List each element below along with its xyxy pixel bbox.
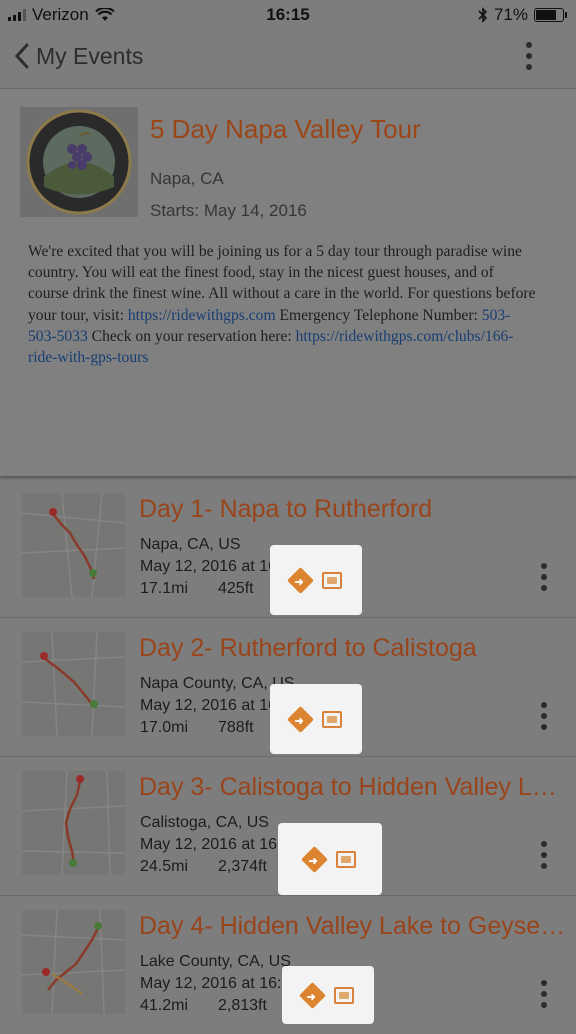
route-map-thumbnail [22,910,125,1014]
ridewithgps-link[interactable]: https://ridewithgps.com [128,307,276,324]
route-row[interactable]: Day 3- Calistoga to Hidden Valley Lake C… [0,756,576,895]
battery-icon [534,8,567,22]
directions-icon[interactable]: ➜ [286,566,314,594]
route-location: Napa, CA, US [140,536,241,553]
route-map-thumbnail [22,771,125,875]
more-vertical-icon[interactable] [540,702,548,736]
chevron-left-icon [14,43,29,69]
route-elevation: 788ft [218,719,254,736]
route-title: Day 3- Calistoga to Hidden Valley Lake [139,773,567,801]
route-elevation: 2,813ft [218,997,267,1014]
desc-text: Emergency Telephone Number: [275,306,482,324]
more-vertical-icon[interactable] [540,841,548,875]
route-distance: 17.0mi [140,719,189,736]
route-map-thumbnail [22,632,125,736]
directions-icon[interactable]: ➜ [300,845,328,873]
status-right: 71% [478,5,567,25]
route-date: May 12, 2016 at 16:32 [140,836,300,853]
more-vertical-icon[interactable] [540,980,548,1014]
more-vertical-icon[interactable] [522,42,536,78]
route-actions: ➜ [282,966,374,1024]
event-header-card: 5 Day Napa Valley Tour Napa, CA Starts: … [0,89,576,476]
route-distance: 17.1mi [140,580,189,597]
route-row[interactable]: Day 2- Rutherford to Calistoga Napa Coun… [0,617,576,756]
event-location: Napa, CA [150,169,224,188]
event-start-date: Starts: May 14, 2016 [150,201,307,220]
bluetooth-icon [478,7,488,23]
route-actions: ➜ [270,684,362,754]
route-distance: 24.5mi [140,858,189,875]
map-icon[interactable] [321,710,342,728]
map-icon[interactable] [321,571,342,589]
route-title: Day 1- Napa to Rutherford [139,495,433,523]
route-title: Day 2- Rutherford to Calistoga [139,634,477,662]
route-date: May 12, 2016 at 16:32 [140,975,300,992]
route-elevation: 2,374ft [218,858,267,875]
directions-icon[interactable]: ➜ [286,705,314,733]
battery-percent: 71% [493,5,528,24]
nav-bar: My Events [0,32,576,89]
route-row[interactable]: Day 4- Hidden Valley Lake to Geyserville… [0,895,576,1034]
back-label: My Events [36,42,144,69]
event-title: 5 Day Napa Valley Tour [150,114,421,144]
desc-text: Check on your reservation here: [87,327,296,345]
event-logo [20,107,138,217]
route-map-thumbnail [22,493,125,597]
more-vertical-icon[interactable] [540,563,548,597]
route-actions: ➜ [270,545,362,615]
route-distance: 41.2mi [140,997,189,1014]
route-location: Lake County, CA, US [140,953,291,970]
route-title: Day 4- Hidden Valley Lake to Geyserville [139,912,567,940]
route-location: Calistoga, CA, US [140,814,269,831]
route-elevation: 425ft [218,580,254,597]
back-button[interactable]: My Events [14,42,143,70]
route-row[interactable]: Day 1- Napa to Rutherford Napa, CA, US M… [0,478,576,617]
status-bar: Verizon 16:15 71% [0,0,576,32]
route-actions: ➜ [278,823,382,895]
map-icon[interactable] [335,850,356,868]
map-icon[interactable] [333,986,354,1004]
directions-icon[interactable]: ➜ [298,981,326,1009]
event-description: We're excited that you will be joining u… [28,241,538,368]
